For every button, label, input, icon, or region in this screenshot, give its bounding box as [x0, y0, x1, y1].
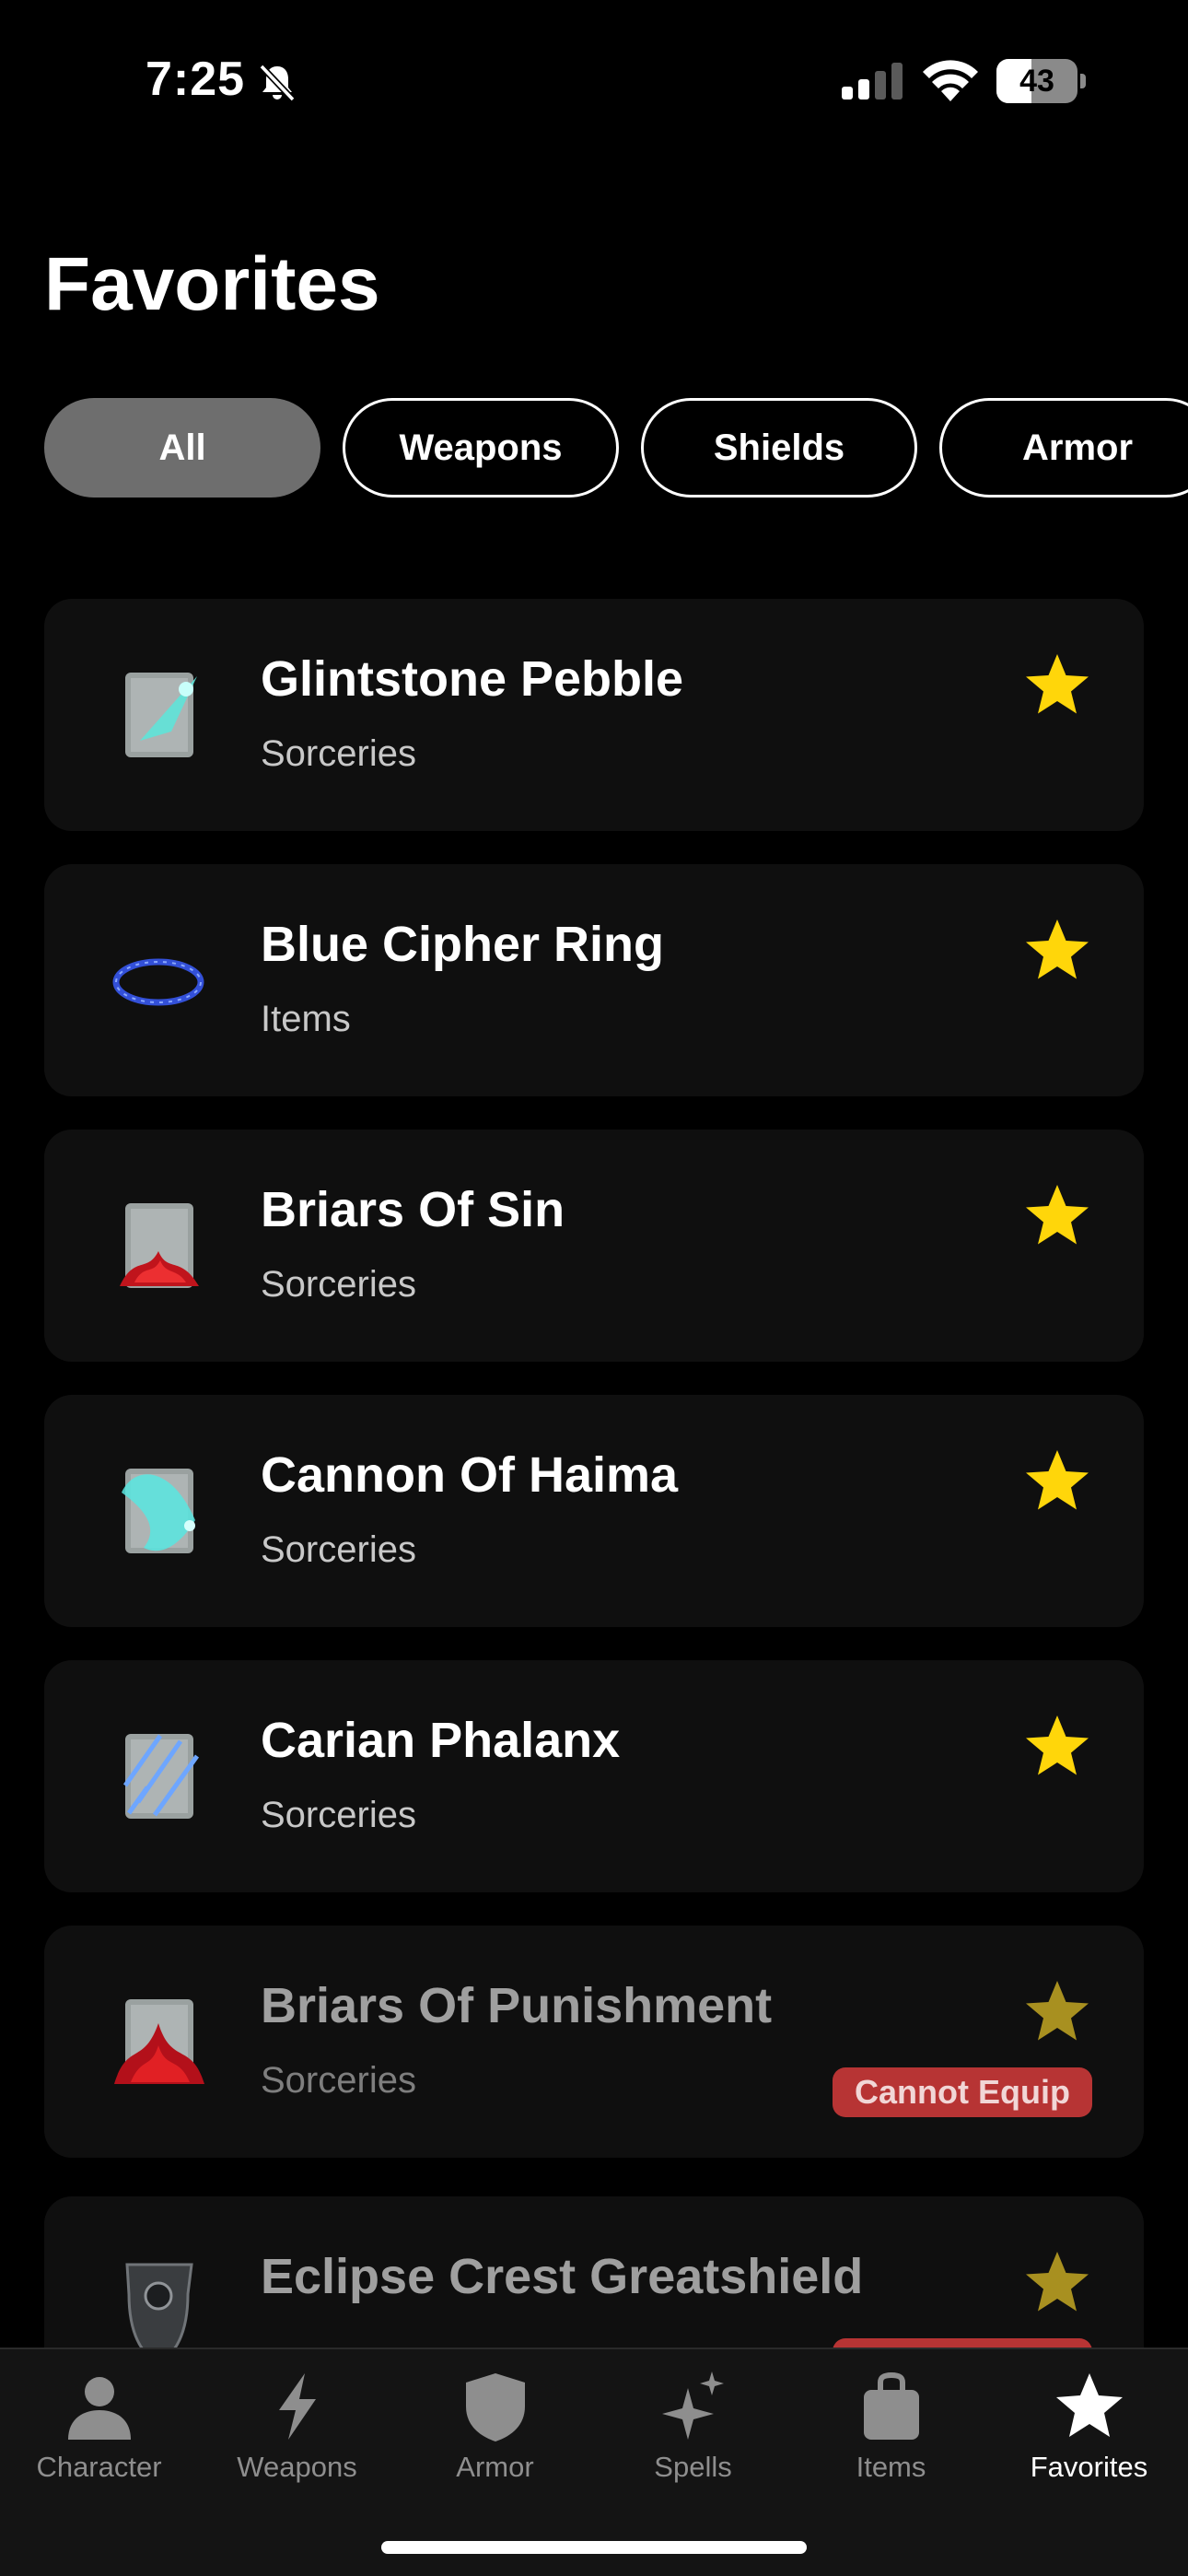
- filter-chip-all[interactable]: All: [44, 398, 320, 498]
- favorite-item[interactable]: Cannon Of Haima Sorceries: [44, 1395, 1144, 1627]
- wifi-icon: [923, 60, 978, 101]
- item-category: Items: [261, 999, 351, 1039]
- tab-weapons[interactable]: Weapons: [198, 2349, 396, 2515]
- tab-favorites[interactable]: Favorites: [990, 2349, 1188, 2515]
- star-icon: [1053, 2370, 1126, 2443]
- battery-level: 43: [1019, 64, 1054, 99]
- tab-spells[interactable]: Spells: [594, 2349, 792, 2515]
- tab-label: Spells: [654, 2451, 732, 2483]
- carian-phalanx-icon: [107, 1721, 210, 1832]
- item-title: Eclipse Crest Greatshield: [261, 2249, 864, 2304]
- cellular-signal-icon: [842, 63, 903, 100]
- bag-icon: [855, 2370, 928, 2443]
- item-title: Briars Of Punishment: [261, 1978, 773, 2033]
- favorite-item[interactable]: Glintstone Pebble Sorceries: [44, 599, 1144, 831]
- favorite-star-icon[interactable]: [1020, 1975, 1094, 2049]
- sparkles-icon: [657, 2370, 730, 2443]
- favorite-star-icon[interactable]: [1020, 914, 1094, 988]
- item-title: Carian Phalanx: [261, 1713, 621, 1768]
- favorites-list[interactable]: Glintstone Pebble Sorceries Blue Cipher Ri…: [44, 599, 1144, 2349]
- filter-chip-shields[interactable]: Shields: [641, 398, 917, 498]
- tab-armor[interactable]: Armor: [396, 2349, 594, 2515]
- glintstone-pebble-icon: [107, 660, 210, 770]
- eclipse-crest-greatshield-icon: [107, 2257, 210, 2349]
- person-icon: [63, 2370, 136, 2443]
- tab-label: Favorites: [1030, 2451, 1148, 2483]
- blue-cipher-ring-icon: [107, 925, 210, 1036]
- favorite-item[interactable]: Briars Of Punishment Sorceries Cannot Equi…: [44, 1926, 1144, 2158]
- tab-character[interactable]: Character: [0, 2349, 198, 2515]
- item-category: Sorceries: [261, 1529, 416, 1570]
- home-indicator: [381, 2541, 807, 2554]
- tab-label: Weapons: [237, 2451, 357, 2483]
- tab-label: Character: [36, 2451, 162, 2483]
- cannon-of-haima-icon: [107, 1456, 210, 1566]
- filter-chip-weapons[interactable]: Weapons: [343, 398, 619, 498]
- favorite-star-icon[interactable]: [1020, 649, 1094, 722]
- battery-indicator: 43: [996, 59, 1086, 103]
- tab-label: Items: [856, 2451, 926, 2483]
- status-bar: 7:25 43: [0, 0, 1188, 157]
- favorite-star-icon[interactable]: [1020, 1445, 1094, 1518]
- item-category: Sorceries: [261, 733, 416, 774]
- bell-slash-icon: [259, 64, 296, 102]
- lightning-icon: [261, 2370, 334, 2443]
- favorite-item[interactable]: Carian Phalanx Sorceries: [44, 1660, 1144, 1892]
- cannot-equip-badge: Cannot Equip: [833, 2067, 1092, 2117]
- item-title: Blue Cipher Ring: [261, 917, 665, 972]
- status-time: 7:25: [146, 53, 246, 106]
- favorite-star-icon[interactable]: [1020, 1710, 1094, 1784]
- tab-label: Armor: [456, 2451, 534, 2483]
- favorite-star-icon[interactable]: [1020, 1179, 1094, 1253]
- favorite-item[interactable]: Briars Of Sin Sorceries: [44, 1130, 1144, 1362]
- briars-of-punishment-icon: [107, 1986, 210, 2097]
- item-title: Cannon Of Haima: [261, 1447, 679, 1503]
- page-title: Favorites: [44, 242, 380, 326]
- item-title: Briars Of Sin: [261, 1182, 565, 1237]
- briars-of-sin-icon: [107, 1190, 210, 1301]
- filter-chips: All Weapons Shields Armor: [44, 398, 1188, 498]
- filter-chip-armor[interactable]: Armor: [939, 398, 1188, 498]
- favorite-item[interactable]: Blue Cipher Ring Items: [44, 864, 1144, 1096]
- tab-items[interactable]: Items: [792, 2349, 990, 2515]
- favorite-star-icon[interactable]: [1020, 2246, 1094, 2320]
- favorite-item[interactable]: Eclipse Crest GreatshieldCannot Equip: [44, 2196, 1144, 2349]
- item-title: Glintstone Pebble: [261, 651, 684, 707]
- shield-icon: [459, 2370, 532, 2443]
- item-category: Sorceries: [261, 1795, 416, 1835]
- item-category: Sorceries: [261, 2060, 416, 2101]
- item-category: Sorceries: [261, 1264, 416, 1305]
